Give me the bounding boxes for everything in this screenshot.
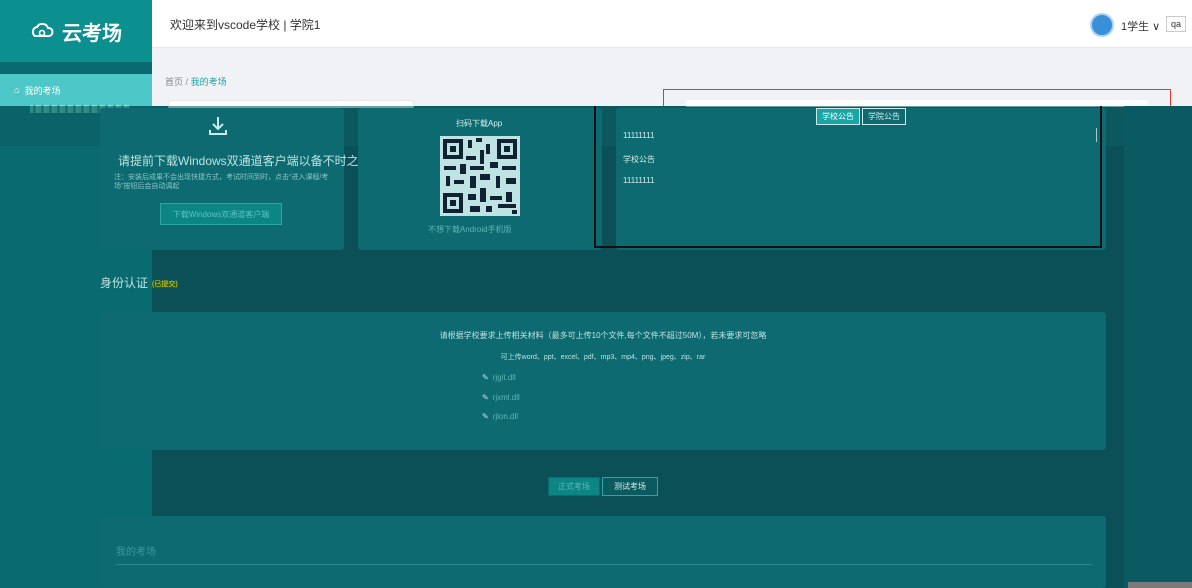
identity-title-text: 身份认证: [100, 276, 149, 290]
sidebar-item-label: 我的考场: [24, 85, 61, 96]
notice-tabs: 学校公告 学院公告: [816, 108, 906, 125]
tab-test-exam[interactable]: 测试考场: [602, 477, 658, 496]
notice-line[interactable]: 11111111: [623, 176, 654, 185]
breadcrumb-home[interactable]: 首页: [165, 77, 183, 87]
user-avatar[interactable]: [1090, 13, 1114, 37]
attachment-item[interactable]: ✎ rjlon.dll: [482, 412, 518, 421]
download-title: 请提前下载Windows双通道客户端以备不时之需: [118, 154, 371, 168]
my-exams-title: 我的考场: [116, 547, 156, 558]
attachment-name: rjgit.dll: [492, 373, 516, 382]
tab-college-notice[interactable]: 学院公告: [862, 108, 906, 125]
highlight-frame-dark: [594, 106, 1102, 248]
sidebar-item-my-exams[interactable]: ⌂ 我的考场: [0, 74, 152, 106]
app-logo[interactable]: 云考场: [0, 0, 152, 62]
attachment-name: rjxml.dll: [492, 393, 520, 402]
download-note: 注：安装后成果不会出现快捷方式，考试时间到时，点击“进入课程/考场”按钮后会自动…: [114, 174, 329, 190]
home-icon: ⌂: [14, 85, 20, 95]
divider: [116, 564, 1092, 565]
my-exams-card: [100, 516, 1106, 588]
language-switch[interactable]: qa: [1166, 16, 1186, 32]
notice-scrollbar[interactable]: [1096, 128, 1097, 142]
identity-file-types: 可上传word、ppt、excel、pdf、mp3、mp4、png、jpeg、z…: [500, 354, 706, 361]
tab-school-notice[interactable]: 学校公告: [816, 108, 860, 125]
breadcrumb-separator: /: [185, 77, 189, 87]
qr-code-icon: [440, 136, 520, 216]
breadcrumb-current: 我的考场: [190, 77, 227, 87]
download-client-button[interactable]: 下载Windows双通道客户端: [160, 203, 282, 225]
welcome-text: 欢迎来到vscode学校 | 学院1: [170, 18, 321, 32]
qr-caption[interactable]: 不想下载Android手机版: [428, 224, 512, 235]
notice-line[interactable]: 学校公告: [623, 154, 655, 165]
logo-text: 云考场: [62, 22, 122, 45]
qr-title: 扫码下载App: [456, 119, 503, 128]
user-menu[interactable]: 1学生 ∨: [1121, 18, 1160, 34]
right-panel: [1124, 106, 1192, 588]
paperclip-icon: ✎: [482, 393, 489, 402]
download-icon: [207, 115, 229, 143]
attachment-item[interactable]: ✎ rjxml.dll: [482, 393, 520, 402]
paperclip-icon: ✎: [482, 412, 489, 421]
identity-title: 身份认证 (已提交): [100, 274, 178, 291]
breadcrumb: 首页 / 我的考场: [165, 75, 227, 88]
paperclip-icon: ✎: [482, 373, 489, 382]
horizontal-scrollbar[interactable]: [1128, 582, 1192, 588]
cloud-logo-icon: [31, 22, 54, 37]
notice-line[interactable]: 11111111: [623, 131, 654, 140]
identity-instruction: 请根据学校要求上传相关材料（最多可上传10个文件,每个文件不超过50M），若未要…: [439, 331, 767, 340]
attachment-item[interactable]: ✎ rjgit.dll: [482, 373, 516, 382]
status-badge: (已提交): [152, 280, 178, 288]
tab-formal-exam[interactable]: 正式考场: [548, 477, 600, 496]
attachment-name: rjlon.dll: [492, 412, 519, 421]
